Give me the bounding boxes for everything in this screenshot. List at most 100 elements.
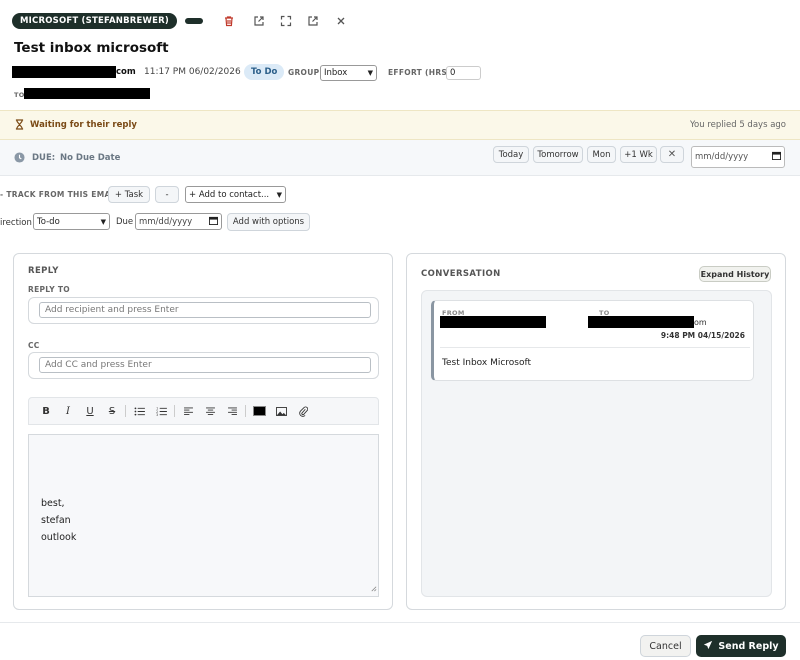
close-icon: ✕ — [667, 149, 677, 160]
send-reply-button[interactable]: Send Reply — [696, 635, 786, 657]
conversation-thread: FROM TO om 9:48 PM 04/15/2026 Test Inbox… — [421, 290, 772, 597]
send-reply-label: Send Reply — [718, 640, 779, 652]
due-monday-button[interactable]: Mon — [587, 146, 616, 163]
reply-to-label: REPLY TO — [28, 285, 70, 294]
add-contact-select[interactable]: + Add to contact... ▼ — [185, 186, 286, 203]
calendar-icon — [772, 151, 781, 163]
reply-body-line: outlook — [41, 532, 77, 543]
format-toolbar: B I U S 123 — [28, 397, 379, 425]
due-tomorrow-button[interactable]: Tomorrow — [533, 146, 583, 163]
status-badge[interactable]: To Do — [244, 64, 285, 80]
add-task-button[interactable]: + Task — [108, 186, 150, 203]
divider — [440, 347, 750, 348]
conversation-title: CONVERSATION — [421, 269, 501, 279]
waiting-banner: Waiting for their reply You replied 5 da… — [0, 110, 800, 140]
due-date-input[interactable]: mm/dd/yyyy — [691, 146, 785, 168]
due-date-placeholder: mm/dd/yyyy — [695, 152, 749, 162]
direction-value: To-do — [37, 216, 60, 227]
account-badge[interactable]: MICROSOFT (STEFANBREWER) — [12, 13, 177, 29]
bullet-list-icon[interactable] — [128, 402, 150, 420]
reply-to-placeholder: Add recipient and press Enter — [45, 305, 179, 315]
cc-field: Add CC and press Enter — [28, 352, 379, 379]
popout-icon[interactable] — [305, 13, 321, 29]
due-today-button[interactable]: Today — [493, 146, 529, 163]
fullscreen-icon[interactable] — [278, 13, 294, 29]
underline-icon[interactable]: U — [79, 402, 101, 420]
divider — [245, 405, 246, 417]
message-snippet: Test Inbox Microsoft — [442, 358, 532, 368]
replied-ago: You replied 5 days ago — [689, 120, 786, 130]
divider — [125, 405, 126, 417]
chevron-down-icon: ▼ — [276, 190, 282, 199]
redacted-sender — [12, 66, 116, 78]
effort-label: EFFORT (HRS) — [388, 68, 451, 77]
clock-icon — [14, 152, 25, 166]
top-toolbar: MICROSOFT (STEFANBREWER) — [12, 8, 349, 34]
send-icon — [703, 640, 713, 653]
align-left-icon[interactable] — [177, 402, 199, 420]
track-due-input[interactable]: mm/dd/yyyy — [135, 213, 222, 230]
track-due-placeholder: mm/dd/yyyy — [139, 216, 193, 227]
open-external-icon[interactable] — [251, 13, 267, 29]
chevron-down-icon: ▼ — [100, 217, 106, 226]
add-contact-value: + Add to contact... — [189, 189, 270, 200]
text-color-swatch[interactable] — [248, 402, 270, 420]
expand-history-button[interactable]: Expand History — [699, 266, 771, 282]
message-card[interactable]: FROM TO om 9:48 PM 04/15/2026 Test Inbox… — [431, 300, 754, 381]
close-icon[interactable] — [333, 13, 349, 29]
track-due-label: Due — [116, 217, 134, 227]
dash-button[interactable]: - — [155, 186, 179, 203]
to-suffix: om — [694, 318, 707, 327]
add-with-options-button[interactable]: Add with options — [227, 213, 310, 231]
redacted-to — [588, 316, 694, 328]
cc-placeholder: Add CC and press Enter — [45, 360, 152, 370]
chevron-down-icon: ▼ — [367, 69, 373, 77]
clear-due-button[interactable]: ✕ — [660, 146, 684, 163]
attachment-icon[interactable] — [292, 402, 314, 420]
trash-icon[interactable] — [221, 13, 237, 29]
conversation-panel: CONVERSATION Expand History FROM TO om 9… — [406, 253, 786, 610]
email-timestamp: 11:17 PM 06/02/2026 — [144, 67, 241, 77]
redacted-recipient — [24, 88, 150, 99]
sender-suffix: com — [116, 67, 136, 77]
color-tag[interactable] — [184, 18, 203, 24]
reply-body-line: best, — [41, 498, 65, 509]
cc-input[interactable]: Add CC and press Enter — [39, 357, 371, 373]
group-label: GROUP — [288, 68, 320, 77]
strikethrough-icon[interactable]: S — [101, 402, 123, 420]
reply-panel: REPLY REPLY TO Add recipient and press E… — [13, 253, 393, 610]
footer-divider — [0, 622, 800, 623]
redacted-from — [440, 316, 546, 328]
hourglass-icon — [15, 119, 24, 133]
reply-to-input[interactable]: Add recipient and press Enter — [39, 302, 371, 318]
due-row: DUE: No Due Date Today Tomorrow Mon +1 W… — [0, 140, 800, 176]
track-label: - TRACK FROM THIS EMAIL — [0, 190, 119, 199]
group-select[interactable]: Inbox ▼ — [320, 65, 377, 81]
calendar-icon — [209, 216, 218, 228]
effort-value: 0 — [450, 68, 456, 78]
direction-label: irection — [0, 218, 32, 228]
image-icon[interactable] — [270, 402, 292, 420]
due-label: DUE: — [32, 153, 56, 163]
due-week-button[interactable]: +1 Wk — [620, 146, 657, 163]
reply-body-editor[interactable]: best, stefan outlook — [28, 434, 379, 597]
bold-icon[interactable]: B — [35, 402, 57, 420]
resize-handle-icon[interactable] — [370, 584, 377, 595]
color-swatch-icon — [252, 406, 266, 416]
align-center-icon[interactable] — [199, 402, 221, 420]
due-value: No Due Date — [60, 153, 121, 163]
numbered-list-icon[interactable]: 123 — [150, 402, 172, 420]
effort-input[interactable]: 0 — [446, 66, 481, 80]
italic-icon[interactable]: I — [57, 402, 79, 420]
svg-text:3: 3 — [156, 413, 158, 416]
cc-label: CC — [28, 341, 40, 350]
message-time: 9:48 PM 04/15/2026 — [660, 331, 745, 340]
cancel-button[interactable]: Cancel — [640, 635, 691, 657]
direction-select[interactable]: To-do ▼ — [33, 213, 110, 230]
divider — [174, 405, 175, 417]
group-select-value: Inbox — [324, 68, 348, 78]
track-label-text: TRACK FROM THIS EMAIL — [6, 190, 119, 199]
align-right-icon[interactable] — [221, 402, 243, 420]
waiting-text: Waiting for their reply — [30, 120, 137, 130]
reply-title: REPLY — [28, 266, 59, 276]
